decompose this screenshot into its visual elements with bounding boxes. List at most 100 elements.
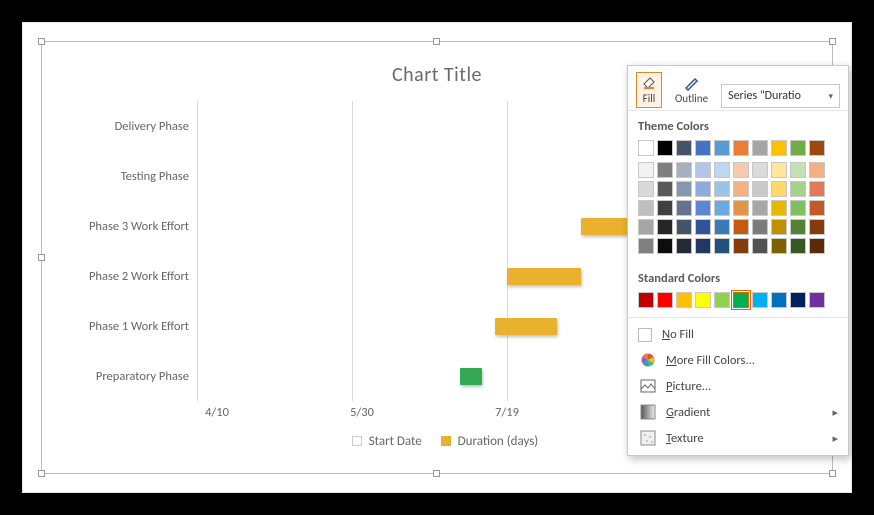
theme-color-swatch[interactable] — [790, 162, 806, 178]
standard-color-swatch[interactable] — [733, 292, 749, 308]
theme-color-swatch[interactable] — [809, 181, 825, 197]
no-fill-icon — [638, 328, 652, 342]
theme-color-swatch[interactable] — [676, 181, 692, 197]
standard-color-swatch[interactable] — [695, 292, 711, 308]
theme-color-swatch[interactable] — [790, 181, 806, 197]
theme-colors-header: Theme Colors — [628, 111, 848, 138]
theme-color-swatch[interactable] — [771, 140, 787, 156]
theme-color-swatch[interactable] — [771, 181, 787, 197]
standard-color-swatch[interactable] — [714, 292, 730, 308]
fill-popup: Fill Outline Series "Duratio ▾ Theme Col… — [627, 65, 849, 456]
theme-color-swatch[interactable] — [714, 238, 730, 254]
theme-color-swatch[interactable] — [771, 238, 787, 254]
standard-color-palette — [628, 290, 848, 317]
y-axis-label: Delivery Phase — [57, 101, 197, 151]
fill-button[interactable]: Fill — [636, 72, 662, 108]
theme-color-swatch[interactable] — [676, 238, 692, 254]
x-axis-tick: 4/10 — [197, 405, 237, 420]
theme-color-swatch[interactable] — [752, 181, 768, 197]
theme-color-swatch[interactable] — [733, 181, 749, 197]
y-axis-label: Preparatory Phase — [57, 351, 197, 401]
theme-color-swatch[interactable] — [714, 200, 730, 216]
theme-color-swatch[interactable] — [657, 200, 673, 216]
legend-swatch-duration — [441, 436, 451, 446]
paint-bucket-icon — [641, 75, 657, 91]
theme-color-swatch[interactable] — [752, 162, 768, 178]
standard-color-swatch[interactable] — [638, 292, 654, 308]
theme-color-swatch[interactable] — [752, 200, 768, 216]
theme-color-swatch[interactable] — [695, 238, 711, 254]
gantt-bar[interactable] — [507, 268, 581, 285]
theme-color-swatch[interactable] — [695, 181, 711, 197]
theme-color-swatch[interactable] — [695, 219, 711, 235]
theme-color-swatch[interactable] — [676, 200, 692, 216]
theme-color-swatch[interactable] — [638, 162, 654, 178]
theme-color-swatch[interactable] — [638, 181, 654, 197]
gradient-fill-item[interactable]: Gradient — [628, 399, 848, 425]
y-axis-label: Testing Phase — [57, 151, 197, 201]
theme-color-swatch[interactable] — [752, 238, 768, 254]
theme-color-swatch[interactable] — [657, 219, 673, 235]
standard-color-swatch[interactable] — [771, 292, 787, 308]
standard-color-swatch[interactable] — [790, 292, 806, 308]
standard-color-swatch[interactable] — [752, 292, 768, 308]
legend-label-duration: Duration (days) — [458, 434, 539, 449]
more-fill-colors-item[interactable]: More Fill Colors... — [628, 347, 848, 373]
theme-color-swatch[interactable] — [657, 181, 673, 197]
picture-icon — [640, 378, 656, 394]
theme-color-swatch[interactable] — [790, 238, 806, 254]
theme-color-swatch[interactable] — [752, 140, 768, 156]
theme-color-swatch[interactable] — [695, 162, 711, 178]
theme-color-swatch[interactable] — [809, 140, 825, 156]
no-fill-item[interactable]: No Fill — [628, 322, 848, 347]
gridline — [507, 101, 508, 401]
theme-color-swatch[interactable] — [638, 219, 654, 235]
texture-icon — [640, 430, 656, 446]
theme-color-swatch[interactable] — [714, 140, 730, 156]
gantt-bar[interactable] — [495, 318, 557, 335]
theme-color-swatch[interactable] — [638, 200, 654, 216]
theme-color-swatch[interactable] — [790, 200, 806, 216]
theme-color-swatch[interactable] — [790, 140, 806, 156]
theme-color-swatch[interactable] — [771, 219, 787, 235]
gantt-bar[interactable] — [460, 368, 482, 385]
theme-color-swatch[interactable] — [676, 162, 692, 178]
theme-color-palette — [628, 138, 848, 263]
theme-color-swatch[interactable] — [809, 238, 825, 254]
gantt-bar[interactable] — [581, 218, 631, 235]
document-canvas: Chart Title Delivery PhaseTesting PhaseP… — [22, 22, 852, 493]
theme-color-swatch[interactable] — [714, 181, 730, 197]
standard-color-swatch[interactable] — [676, 292, 692, 308]
standard-color-swatch[interactable] — [809, 292, 825, 308]
series-selector[interactable]: Series "Duratio ▾ — [721, 84, 840, 108]
theme-color-swatch[interactable] — [638, 238, 654, 254]
theme-color-swatch[interactable] — [676, 140, 692, 156]
theme-color-swatch[interactable] — [676, 219, 692, 235]
theme-color-swatch[interactable] — [714, 219, 730, 235]
x-axis-tick: 7/19 — [487, 405, 527, 420]
standard-color-swatch[interactable] — [657, 292, 673, 308]
theme-color-swatch[interactable] — [809, 200, 825, 216]
theme-color-swatch[interactable] — [733, 219, 749, 235]
picture-fill-item[interactable]: Picture... — [628, 373, 848, 399]
theme-color-swatch[interactable] — [752, 219, 768, 235]
theme-color-swatch[interactable] — [638, 140, 654, 156]
theme-color-swatch[interactable] — [809, 219, 825, 235]
outline-button-label: Outline — [675, 92, 708, 105]
theme-color-swatch[interactable] — [733, 162, 749, 178]
theme-color-swatch[interactable] — [771, 200, 787, 216]
theme-color-swatch[interactable] — [733, 140, 749, 156]
theme-color-swatch[interactable] — [695, 200, 711, 216]
theme-color-swatch[interactable] — [714, 162, 730, 178]
theme-color-swatch[interactable] — [695, 140, 711, 156]
theme-color-swatch[interactable] — [733, 200, 749, 216]
theme-color-swatch[interactable] — [657, 140, 673, 156]
theme-color-swatch[interactable] — [771, 162, 787, 178]
outline-button[interactable]: Outline — [670, 72, 713, 108]
theme-color-swatch[interactable] — [790, 219, 806, 235]
theme-color-swatch[interactable] — [657, 162, 673, 178]
theme-color-swatch[interactable] — [733, 238, 749, 254]
theme-color-swatch[interactable] — [657, 238, 673, 254]
theme-color-swatch[interactable] — [809, 162, 825, 178]
texture-fill-item[interactable]: Texture — [628, 425, 848, 451]
